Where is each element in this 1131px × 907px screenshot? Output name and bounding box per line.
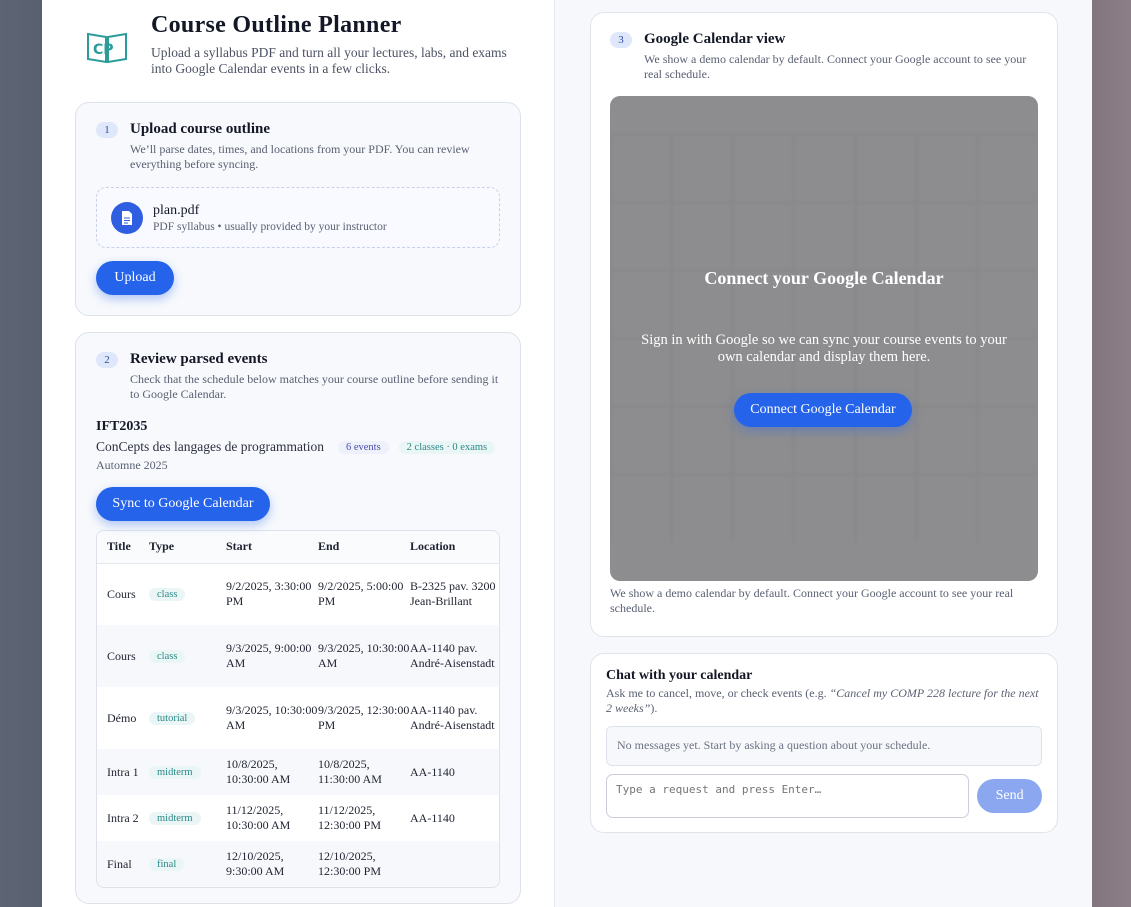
event-start: 9/3/2025, 10:30:00 AM [226, 703, 318, 732]
event-type-badge: tutorial [149, 712, 196, 725]
upload-card: 1 Upload course outline We’ll parse date… [75, 102, 521, 316]
event-title: Intra 1 [107, 764, 139, 779]
page-subtitle: Upload a syllabus PDF and turn all your … [151, 45, 507, 76]
event-location: AA-1140 [410, 764, 455, 779]
event-end: 12/10/2025, 12:30:00 PM [318, 849, 382, 878]
course-name: ConCepts des langages de programmation [96, 439, 324, 454]
sync-calendar-button[interactable]: Sync to Google Calendar [96, 487, 270, 521]
table-row[interactable]: Démo tutorial 9/3/2025, 10:30:00 AM 9/3/… [97, 687, 499, 749]
event-end: 11/12/2025, 12:30:00 PM [318, 803, 382, 832]
left-column: CP Course Outline Planner Upload a sylla… [42, 0, 554, 907]
upload-title: Upload course outline [130, 121, 271, 137]
event-type-badge: midterm [149, 766, 201, 779]
event-end: 9/2/2025, 5:00:00 PM [318, 579, 404, 609]
page-header: CP Course Outline Planner Upload a sylla… [75, 0, 521, 102]
event-title: Cours [107, 648, 136, 663]
table-row[interactable]: Intra 1 midterm 10/8/2025, 10:30:00 AM 1… [97, 749, 499, 795]
calendar-preview: Connect your Google Calendar Sign in wit… [610, 96, 1038, 581]
event-end: 9/3/2025, 12:30:00 PM [318, 703, 410, 732]
table-row[interactable]: Cours class 9/3/2025, 9:00:00 AM 9/3/202… [97, 625, 499, 687]
connect-overlay-text: Sign in with Google so we can sync your … [641, 332, 1007, 365]
send-button[interactable]: Send [977, 779, 1042, 813]
events-table: Title Type Start End Location Cours clas… [96, 530, 500, 888]
column-header: Title [97, 531, 149, 564]
column-header: Location [410, 531, 499, 564]
event-location [410, 841, 499, 887]
event-type-badge: final [149, 858, 185, 871]
page-title: Course Outline Planner [151, 12, 402, 38]
course-term: Automne 2025 [96, 458, 168, 472]
calendar-description: We show a demo calendar by default. Conn… [644, 52, 1027, 81]
file-dropzone[interactable]: plan.pdf PDF syllabus • usually provided… [96, 187, 500, 248]
chat-input[interactable] [606, 774, 970, 818]
upload-description: We’ll parse dates, times, and locations … [130, 142, 470, 171]
review-title: Review parsed events [130, 351, 268, 367]
connect-google-button[interactable]: Connect Google Calendar [734, 393, 912, 427]
calendar-card: 3 Google Calendar view We show a demo ca… [590, 12, 1058, 637]
column-header: End [318, 531, 410, 564]
event-location: AA-1140 pav. André-Aisenstadt [410, 641, 495, 670]
column-header: Type [149, 531, 226, 564]
event-start: 9/2/2025, 3:30:00 PM [226, 579, 312, 609]
event-title: Cours [107, 586, 136, 601]
svg-text:CP: CP [93, 42, 114, 58]
app-window: CP Course Outline Planner Upload a sylla… [42, 0, 1092, 907]
column-header: Start [226, 531, 318, 564]
step-number: 2 [96, 352, 118, 368]
chat-card: Chat with your calendar Ask me to cancel… [590, 653, 1058, 833]
event-start: 11/12/2025, 10:30:00 AM [226, 803, 291, 832]
event-start: 12/10/2025, 9:30:00 AM [226, 849, 285, 878]
event-start: 10/8/2025, 10:30:00 AM [226, 757, 291, 786]
classes-count-badge: 2 classes · 0 exams [398, 440, 496, 454]
step-number: 3 [610, 32, 632, 48]
course-code: IFT2035 [96, 419, 148, 434]
calendar-title: Google Calendar view [644, 31, 786, 47]
event-end: 9/3/2025, 10:30:00 AM [318, 641, 410, 670]
event-location: B-2325 pav. 3200 Jean-Brillant [410, 579, 496, 609]
step-number: 1 [96, 122, 118, 138]
event-location: AA-1140 [410, 810, 455, 825]
event-title: Final [107, 856, 132, 871]
event-type-badge: midterm [149, 812, 201, 825]
event-type-badge: class [149, 588, 186, 602]
chat-description: Ask me to cancel, move, or check events … [606, 686, 1039, 715]
review-description: Check that the schedule below matches yo… [130, 372, 499, 401]
upload-button[interactable]: Upload [96, 261, 174, 295]
table-row[interactable]: Intra 2 midterm 11/12/2025, 10:30:00 AM … [97, 795, 499, 841]
table-row[interactable]: Final final 12/10/2025, 9:30:00 AM 12/10… [97, 841, 499, 887]
right-column: 3 Google Calendar view We show a demo ca… [555, 0, 1092, 907]
chat-title: Chat with your calendar [606, 668, 753, 683]
logo-icon: CP [85, 28, 129, 66]
table-header-row: Title Type Start End Location [97, 531, 499, 564]
document-icon [111, 201, 143, 234]
event-location: AA-1140 pav. André-Aisenstadt [410, 703, 495, 732]
connect-overlay-title: Connect your Google Calendar [704, 268, 944, 288]
chat-messages-empty: No messages yet. Start by asking a quest… [606, 726, 1042, 766]
event-end: 10/8/2025, 11:30:00 AM [318, 757, 382, 786]
review-card: 2 Review parsed events Check that the sc… [75, 332, 521, 904]
file-meta: PDF syllabus • usually provided by your … [153, 220, 387, 233]
events-count-badge: 6 events [337, 440, 389, 454]
event-title: Démo [107, 710, 137, 725]
file-name: plan.pdf [153, 202, 200, 218]
event-title: Intra 2 [107, 810, 139, 825]
calendar-note: We show a demo calendar by default. Conn… [610, 586, 1014, 615]
table-row[interactable]: Cours class 9/2/2025, 3:30:00 PM 9/2/202… [97, 563, 499, 625]
event-type-badge: class [149, 650, 186, 663]
event-start: 9/3/2025, 9:00:00 AM [226, 641, 312, 670]
